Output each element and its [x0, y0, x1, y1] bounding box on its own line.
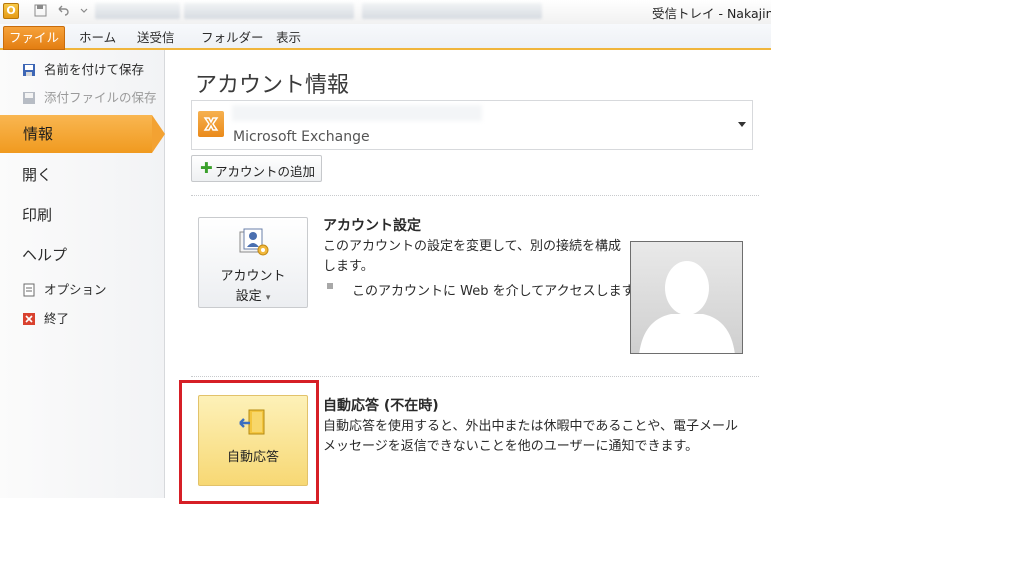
bullet-icon — [327, 283, 333, 289]
tab-folder[interactable]: フォルダー — [201, 28, 264, 48]
account-settings-label-line2-text: 設定 — [235, 289, 262, 304]
blurred-taskbar-item — [95, 3, 180, 19]
tab-send-receive[interactable]: 送受信 — [137, 28, 175, 48]
account-settings-label-line1: アカウント — [220, 269, 286, 284]
blurred-taskbar-item — [362, 3, 542, 19]
account-settings-icon — [239, 228, 269, 256]
add-account-label: アカウントの追加 — [215, 164, 316, 179]
outlook-app-icon[interactable]: O — [3, 3, 19, 19]
exchange-icon — [198, 111, 224, 137]
account-type-label: Microsoft Exchange — [233, 129, 370, 145]
tab-file[interactable]: ファイル — [3, 26, 65, 50]
section-divider — [191, 195, 759, 196]
account-settings-button[interactable]: アカウント 設定 ▾ — [198, 217, 308, 308]
web-access-link[interactable]: このアカウントに Web を介してアクセスします。 — [352, 280, 646, 299]
options-icon — [23, 283, 35, 297]
save-attachments-icon — [23, 92, 35, 104]
account-settings-description-1: このアカウントの設定を変更して、別の接続を構成 — [323, 239, 621, 254]
save-icon[interactable] — [33, 4, 47, 18]
auto-reply-title: 自動応答 (不在時) — [323, 398, 439, 414]
plus-icon: ✚ — [200, 159, 213, 177]
options-label: オプション — [44, 282, 107, 297]
selected-arrow — [152, 115, 165, 153]
exit-label: 終了 — [44, 311, 70, 326]
ribbon-tab-bar: ファイル ホーム 送受信 フォルダー 表示 — [0, 24, 771, 50]
section-divider — [191, 376, 759, 377]
tab-view[interactable]: 表示 — [276, 28, 301, 48]
backstage-nav: 名前を付けて保存 添付ファイルの保存 情報 開く 印刷 ヘルプ オプション 終了 — [0, 50, 165, 498]
redacted-account-name — [232, 105, 482, 121]
nav-info[interactable]: 情報 — [0, 115, 152, 153]
nav-help[interactable]: ヘルプ — [22, 244, 67, 265]
chevron-down-icon[interactable] — [738, 122, 746, 127]
undo-icon[interactable] — [55, 4, 69, 18]
person-silhouette-icon — [639, 261, 735, 353]
account-settings-title: アカウント設定 — [323, 218, 421, 234]
account-settings-label-line2: 設定 ▾ — [199, 285, 307, 304]
title-bar: O 受信トレイ - Nakajin — [0, 0, 771, 24]
account-selector[interactable]: Microsoft Exchange — [191, 100, 753, 150]
nav-print[interactable]: 印刷 — [22, 204, 52, 225]
save-as-icon — [23, 64, 35, 76]
page-title: アカウント情報 — [195, 73, 350, 98]
customize-qat-icon[interactable] — [77, 4, 91, 18]
auto-reply-description-1: 自動応答を使用すると、外出中または休暇中であることや、電子メール — [323, 419, 738, 434]
highlight-box — [179, 380, 319, 504]
save-attachments-label: 添付ファイルの保存 — [44, 90, 157, 105]
save-as-label: 名前を付けて保存 — [44, 62, 145, 77]
chevron-down-icon: ▾ — [265, 293, 271, 303]
tab-home[interactable]: ホーム — [79, 28, 116, 48]
account-settings-description-2: します。 — [323, 259, 374, 274]
outlook-window: O 受信トレイ - Nakajin ファイル ホーム 送受信 フォルダー 表示 … — [0, 0, 771, 498]
nav-open[interactable]: 開く — [22, 164, 52, 185]
add-account-button[interactable]: ✚ アカウントの追加 — [191, 155, 322, 182]
window-title: 受信トレイ - Nakajin — [652, 6, 771, 21]
blurred-taskbar-item — [184, 3, 354, 19]
profile-picture[interactable] — [630, 241, 743, 354]
exit-icon — [23, 313, 35, 325]
auto-reply-description-2: メッセージを返信できないことを他のユーザーに通知できます。 — [323, 439, 699, 454]
